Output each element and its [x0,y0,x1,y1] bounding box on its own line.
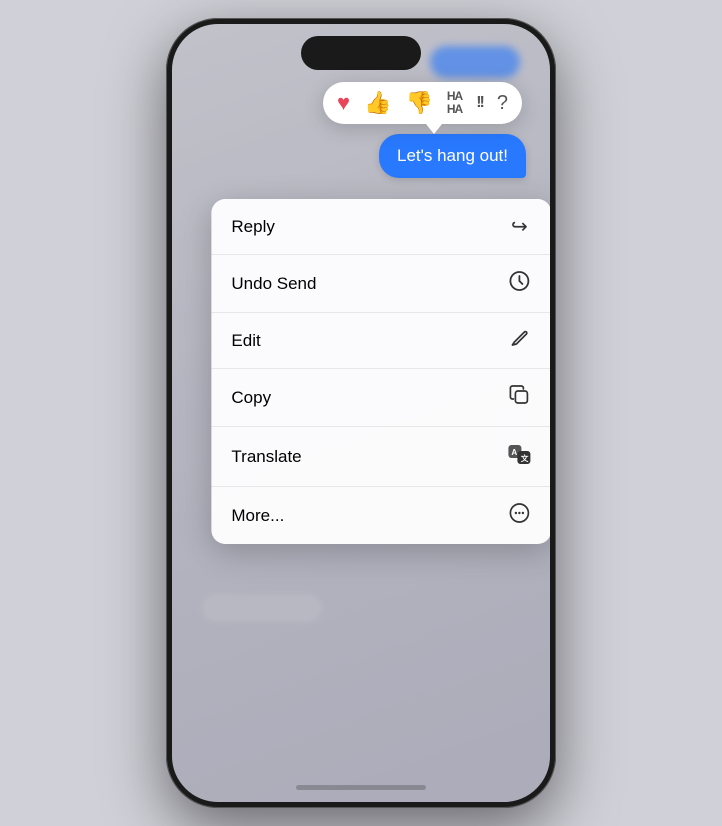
message-bubble: Let's hang out! [379,134,526,178]
edit-icon [507,328,531,353]
message-text: Let's hang out! [397,146,508,165]
translate-icon: A 文 [507,442,531,471]
copy-label: Copy [231,388,271,408]
undo-send-label: Undo Send [231,274,316,294]
reply-icon: ↩ [507,214,531,239]
menu-item-reply[interactable]: Reply ↩ [211,199,550,255]
menu-item-more[interactable]: More... [211,487,550,544]
menu-item-edit[interactable]: Edit [211,313,550,369]
translate-label: Translate [231,447,301,467]
menu-item-translate[interactable]: Translate A 文 [211,427,550,487]
more-label: More... [231,506,284,526]
thumbsup-reaction[interactable]: 👍 [364,92,391,114]
heart-reaction[interactable]: ♥ [337,92,350,114]
reply-label: Reply [231,217,274,237]
context-menu: Reply ↩ Undo Send Edit [211,199,550,544]
reaction-arrow [426,124,442,134]
undo-send-icon [507,270,531,297]
phone-frame: ♥ 👍 👎 HAHA !! ? Let's hang out! Reply ↩ … [166,18,556,808]
edit-label: Edit [231,331,260,351]
more-icon [507,502,531,529]
exclaim-reaction[interactable]: !! [476,95,483,111]
question-reaction[interactable]: ? [497,93,508,113]
svg-text:文: 文 [521,453,529,463]
haha-reaction[interactable]: HAHA [447,90,462,116]
menu-item-undo-send[interactable]: Undo Send [211,255,550,313]
svg-text:A: A [511,448,517,457]
dynamic-island [301,36,421,70]
copy-icon [507,384,531,411]
thumbsdown-reaction[interactable]: 👎 [405,92,432,114]
reaction-bar: ♥ 👍 👎 HAHA !! ? [323,82,522,124]
menu-item-copy[interactable]: Copy [211,369,550,427]
phone-screen: ♥ 👍 👎 HAHA !! ? Let's hang out! Reply ↩ … [172,24,550,802]
